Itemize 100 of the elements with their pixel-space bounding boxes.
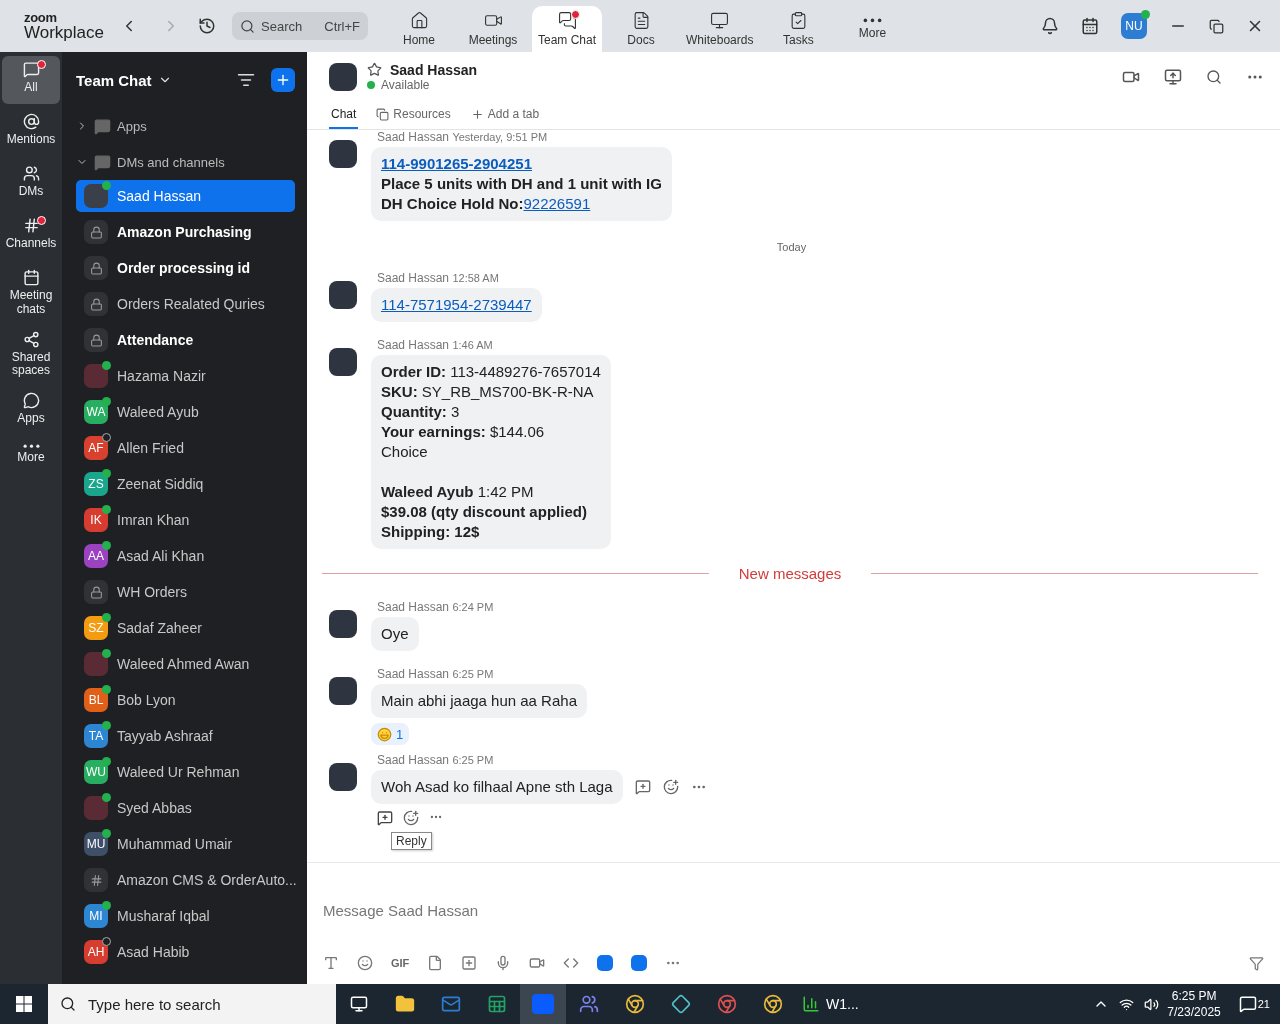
search-icon[interactable]: [1206, 68, 1222, 85]
search-field[interactable]: Search Ctrl+F: [232, 12, 368, 40]
filter-icon[interactable]: [237, 71, 255, 89]
wifi-icon[interactable]: [1119, 996, 1135, 1012]
browser-icon[interactable]: [763, 994, 783, 1014]
people-icon[interactable]: [579, 994, 599, 1014]
browser-icon[interactable]: [717, 994, 737, 1014]
history-icon[interactable]: [198, 17, 216, 35]
app-icon[interactable]: [597, 955, 614, 971]
nav-tab[interactable]: Tasks: [763, 6, 834, 52]
chat-list-item[interactable]: Saad Hassan: [76, 180, 295, 212]
chat-list-item[interactable]: Syed Abbas: [76, 792, 295, 824]
nav-tab[interactable]: More: [837, 6, 908, 52]
message-bubble: Woh Asad ko filhaal Apne sth Laga: [371, 770, 623, 804]
avatar-initials: ZS: [84, 472, 108, 496]
notification-icon: [1238, 995, 1257, 1013]
profile-photo: [84, 364, 108, 388]
reply-icon[interactable]: [634, 779, 651, 795]
rail-tab[interactable]: Channels: [2, 212, 60, 260]
rail-tab[interactable]: Meeting chats: [2, 264, 60, 322]
taskbar-search-field[interactable]: Type here to search: [48, 984, 336, 1024]
chat-list-item[interactable]: WU Waleed Ur Rehman: [76, 756, 295, 788]
star-icon[interactable]: [367, 62, 382, 77]
chat-list-item[interactable]: WA Waleed Ayub: [76, 396, 295, 428]
chat-list-item[interactable]: Order processing id: [76, 252, 295, 284]
hash-icon: [22, 217, 40, 234]
chat-list-item[interactable]: Hazama Nazir: [76, 360, 295, 392]
screenshot-icon[interactable]: [461, 955, 478, 971]
chat-list-item[interactable]: Attendance: [76, 324, 295, 356]
folder-icon[interactable]: [395, 994, 415, 1014]
chat-list-item[interactable]: SZ Sadaf Zaheer: [76, 612, 295, 644]
nav-tab[interactable]: Docs: [606, 6, 677, 52]
chat-bubble-icon: [22, 392, 40, 410]
avatar-initials: IK: [84, 508, 108, 532]
add-tab-button[interactable]: Add a tab: [468, 101, 542, 129]
video-camera-icon[interactable]: [529, 955, 546, 971]
rail-tab[interactable]: All: [2, 56, 60, 104]
spreadsheet-icon[interactable]: [487, 994, 507, 1014]
rail-tab[interactable]: DMs: [2, 160, 60, 208]
chat-list-item[interactable]: MI Musharaf Iqbal: [76, 900, 295, 932]
lock-icon: [89, 225, 103, 239]
chat-list-item[interactable]: AH Asad Habib: [76, 936, 295, 968]
chat-tab[interactable]: Resources: [374, 101, 453, 129]
restore-icon[interactable]: [1209, 18, 1224, 34]
share-screen-icon[interactable]: [1164, 67, 1182, 86]
nav-tab[interactable]: Home: [384, 6, 454, 52]
chat-list-item[interactable]: AA Asad Ali Khan: [76, 540, 295, 572]
chat-list-item[interactable]: TA Tayyab Ashraaf: [76, 720, 295, 752]
add-reaction-icon[interactable]: [403, 810, 419, 826]
code-icon[interactable]: [563, 955, 580, 971]
mail-icon[interactable]: [441, 994, 461, 1014]
reply-icon[interactable]: [377, 810, 393, 826]
chat-list-item[interactable]: MU Muhammad Umair: [76, 828, 295, 860]
chat-list-item[interactable]: Orders Realated Quries: [76, 288, 295, 320]
rail-tab[interactable]: Shared spaces: [2, 325, 60, 384]
at-sign-icon: [22, 113, 40, 130]
gif-button[interactable]: GIF: [391, 957, 410, 969]
reaction-chip[interactable]: 1: [371, 723, 410, 745]
rail-tab[interactable]: Apps: [2, 387, 60, 436]
add-reaction-icon[interactable]: [662, 779, 679, 795]
calendar-icon: [22, 269, 40, 286]
nav-tab[interactable]: Meetings: [458, 6, 528, 52]
avatar-initials: BL: [84, 688, 108, 712]
chat-list-item[interactable]: Waleed Ahmed Awan: [76, 648, 295, 680]
taskbar-window-button[interactable]: W1...: [796, 984, 865, 1024]
section-header[interactable]: Apps: [117, 118, 147, 134]
rail-tab[interactable]: More: [2, 439, 60, 488]
chat-list-item[interactable]: BL Bob Lyon: [76, 684, 295, 716]
file-icon[interactable]: [427, 955, 444, 971]
text-format-icon[interactable]: [323, 955, 339, 971]
profile-photo: [84, 184, 108, 208]
new-chat-button[interactable]: [271, 68, 295, 92]
message-input[interactable]: Message Saad Hassan: [323, 873, 1264, 948]
windows-logo-icon[interactable]: [16, 996, 32, 1012]
notification-button[interactable]: 21: [1228, 995, 1280, 1013]
chat-bubbles-icon: [557, 11, 577, 30]
section-header[interactable]: DMs and channels: [117, 154, 225, 170]
nav-tab[interactable]: Whiteboards: [680, 6, 760, 52]
calendar-icon[interactable]: [1081, 17, 1099, 35]
lock-icon: [89, 333, 103, 347]
chat-list-item[interactable]: ZS Zeenat Siddiq: [76, 468, 295, 500]
diamond-icon[interactable]: [671, 994, 691, 1014]
app-icon[interactable]: [631, 955, 648, 971]
avatar-initials: SZ: [84, 616, 108, 640]
task-view-icon[interactable]: [350, 995, 368, 1013]
chat-list-item[interactable]: AF Allen Fried: [76, 432, 295, 464]
nav-tab[interactable]: Team Chat: [532, 6, 603, 52]
chat-list-item[interactable]: Amazon CMS & OrderAuto...: [76, 864, 295, 896]
speaker-icon[interactable]: [1144, 996, 1160, 1012]
browser-icon[interactable]: [625, 994, 645, 1014]
chat-list-item[interactable]: Amazon Purchasing: [76, 216, 295, 248]
chat-list-item[interactable]: WH Orders: [76, 576, 295, 608]
taskbar-clock[interactable]: 6:25 PM 7/23/2025: [1167, 988, 1221, 1020]
bell-icon[interactable]: [1041, 17, 1059, 35]
chat-tab[interactable]: Chat: [329, 101, 359, 129]
emoji-icon[interactable]: [357, 955, 373, 971]
chat-list-item[interactable]: IK Imran Khan: [76, 504, 295, 536]
rail-tab[interactable]: Mentions: [2, 108, 60, 156]
date-separator: Today: [776, 241, 807, 253]
account-avatar[interactable]: NU: [1121, 13, 1147, 39]
